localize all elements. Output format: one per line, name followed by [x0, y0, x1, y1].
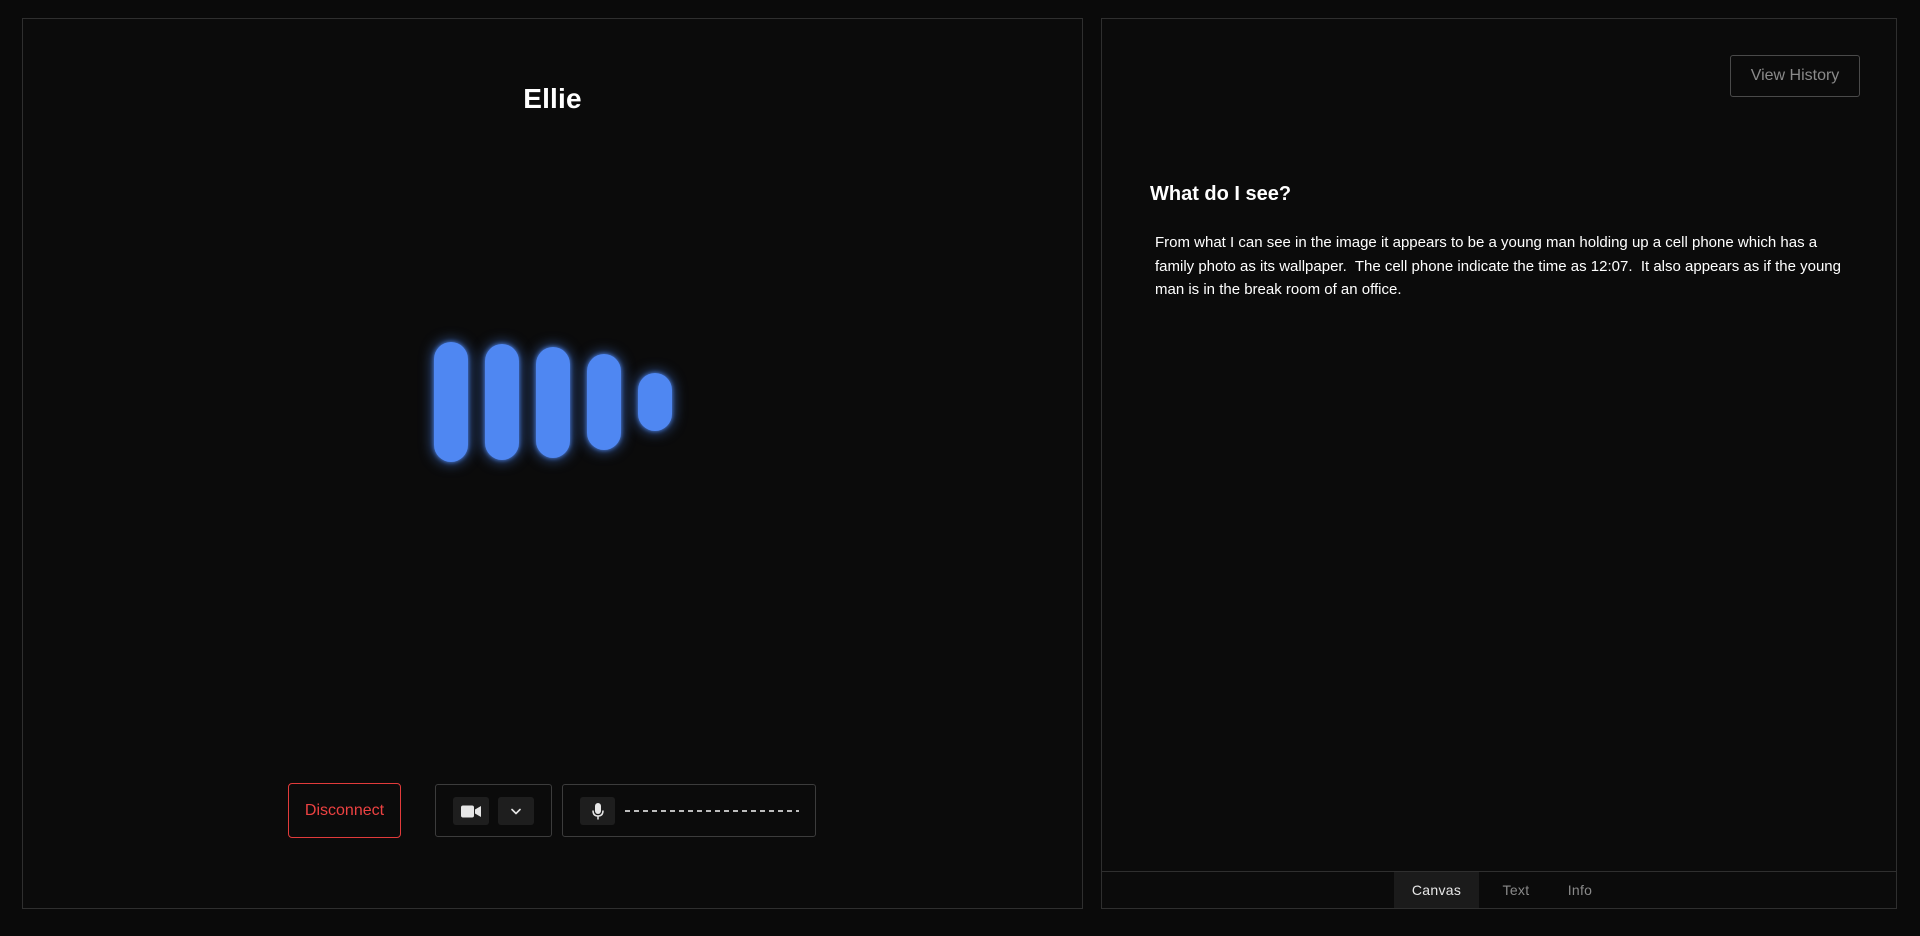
microphone-control — [562, 784, 816, 837]
content-heading: What do I see? — [1150, 183, 1292, 205]
disconnect-button[interactable]: Disconnect — [288, 783, 401, 838]
tab-info[interactable]: Info — [1549, 872, 1611, 908]
camera-control — [435, 784, 552, 837]
camera-toggle-button[interactable] — [453, 797, 489, 825]
visualizer-bar — [536, 346, 570, 458]
visualizer-bar — [434, 342, 468, 462]
microphone-toggle-button[interactable] — [580, 797, 615, 825]
content-body: From what I can see in the image it appe… — [1155, 234, 1846, 298]
visualizer-bar — [485, 344, 519, 460]
chevron-down-icon — [511, 808, 521, 814]
view-history-button[interactable]: View History — [1730, 55, 1860, 97]
video-camera-icon — [461, 805, 481, 817]
visualizer-bar — [638, 373, 672, 431]
camera-device-menu-button[interactable] — [498, 797, 534, 825]
microphone-level-meter — [625, 810, 799, 812]
view-tab-bar: Canvas Text Info — [1102, 871, 1896, 908]
agent-name: Ellie — [523, 83, 582, 114]
agent-panel: Ellie Disconnect — [22, 18, 1083, 909]
microphone-icon — [591, 802, 604, 819]
visualizer-bar — [587, 354, 621, 450]
tab-text[interactable]: Text — [1483, 872, 1549, 908]
output-panel: View History What do I see? From what I … — [1101, 18, 1897, 909]
tab-canvas[interactable]: Canvas — [1394, 872, 1479, 908]
